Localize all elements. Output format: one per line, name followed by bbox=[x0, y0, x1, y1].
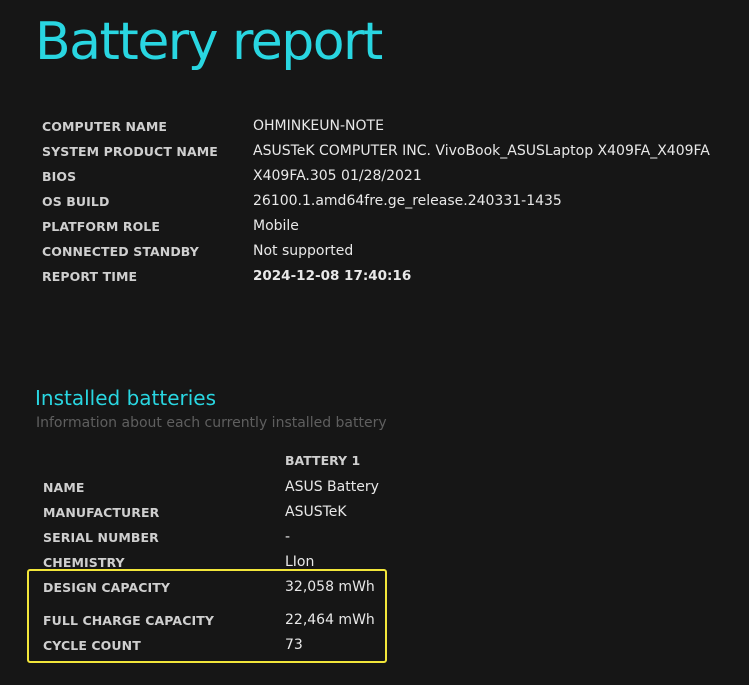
info-label: OS BUILD bbox=[42, 194, 110, 209]
battery-value: ASUSTeK bbox=[285, 504, 347, 520]
battery-value: - bbox=[285, 529, 291, 545]
battery-label: MANUFACTURER bbox=[43, 505, 160, 520]
capacity-highlight-box bbox=[27, 569, 387, 663]
column-header-battery-1: BATTERY 1 bbox=[285, 453, 361, 468]
battery-label: SERIAL NUMBER bbox=[43, 530, 159, 545]
info-label: COMPUTER NAME bbox=[42, 119, 168, 134]
info-value: OHMINKEUN-NOTE bbox=[253, 118, 384, 134]
section-subtitle: Information about each currently install… bbox=[36, 415, 387, 431]
info-label: SYSTEM PRODUCT NAME bbox=[42, 144, 218, 159]
info-value: X409FA.305 01/28/2021 bbox=[253, 168, 422, 184]
battery-label: NAME bbox=[43, 480, 85, 495]
info-value: 2024-12-08 17:40:16 bbox=[253, 268, 412, 284]
page-title: Battery report bbox=[35, 12, 383, 72]
info-value: Not supported bbox=[253, 243, 354, 259]
info-label: BIOS bbox=[42, 169, 77, 184]
info-label: PLATFORM ROLE bbox=[42, 219, 160, 234]
battery-value: ASUS Battery bbox=[285, 479, 379, 495]
info-label: CONNECTED STANDBY bbox=[42, 244, 199, 259]
info-value: Mobile bbox=[253, 218, 299, 234]
section-title-installed-batteries: Installed batteries bbox=[35, 386, 217, 410]
info-value: ASUSTeK COMPUTER INC. VivoBook_ASUSLapto… bbox=[253, 143, 710, 159]
info-label: REPORT TIME bbox=[42, 269, 138, 284]
info-value: 26100.1.amd64fre.ge_release.240331-1435 bbox=[253, 193, 562, 209]
